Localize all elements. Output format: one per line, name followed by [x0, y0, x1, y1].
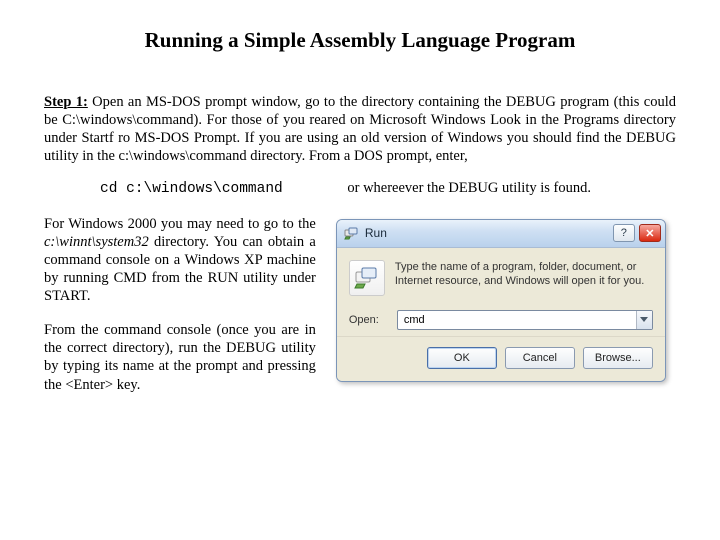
- close-button[interactable]: ✕: [639, 224, 661, 242]
- para2-italic: c:\winnt\system32: [44, 234, 149, 250]
- browse-button[interactable]: Browse...: [583, 347, 653, 369]
- run-dialog: Run ? ✕: [336, 219, 666, 382]
- paragraph-run-debug: From the command console (once you are i…: [44, 321, 316, 394]
- help-icon: ?: [621, 227, 627, 239]
- open-dropdown-button[interactable]: [636, 311, 652, 329]
- command-text: cd c:\windows\command: [44, 181, 347, 197]
- run-dialog-titlebar[interactable]: Run ? ✕: [337, 220, 665, 248]
- open-label: Open:: [349, 314, 389, 326]
- command-row: cd c:\windows\command or whereever the D…: [44, 180, 676, 197]
- run-dialog-description: Type the name of a program, folder, docu…: [395, 260, 653, 289]
- chevron-down-icon: [640, 317, 648, 323]
- run-icon: [343, 225, 359, 241]
- step1-text: Open an MS-DOS prompt window, go to the …: [44, 94, 676, 164]
- help-button[interactable]: ?: [613, 224, 635, 242]
- step1-paragraph: Step 1: Open an MS-DOS prompt window, go…: [44, 93, 676, 166]
- ok-button[interactable]: OK: [427, 347, 497, 369]
- step1-label: Step 1:: [44, 94, 88, 110]
- close-icon: ✕: [645, 227, 654, 240]
- paragraph-windows2000: For Windows 2000 you may need to go to t…: [44, 215, 316, 306]
- run-dialog-title: Run: [365, 226, 613, 240]
- page-title: Running a Simple Assembly Language Progr…: [44, 28, 676, 53]
- command-note: or whereever the DEBUG utility is found.: [347, 180, 676, 197]
- para2-a: For Windows 2000 you may need to go to t…: [44, 216, 316, 232]
- open-combobox[interactable]: cmd: [397, 310, 653, 330]
- run-dialog-buttons: OK Cancel Browse...: [337, 336, 665, 381]
- cancel-button[interactable]: Cancel: [505, 347, 575, 369]
- open-value: cmd: [398, 314, 636, 326]
- run-dialog-icon: [349, 260, 385, 296]
